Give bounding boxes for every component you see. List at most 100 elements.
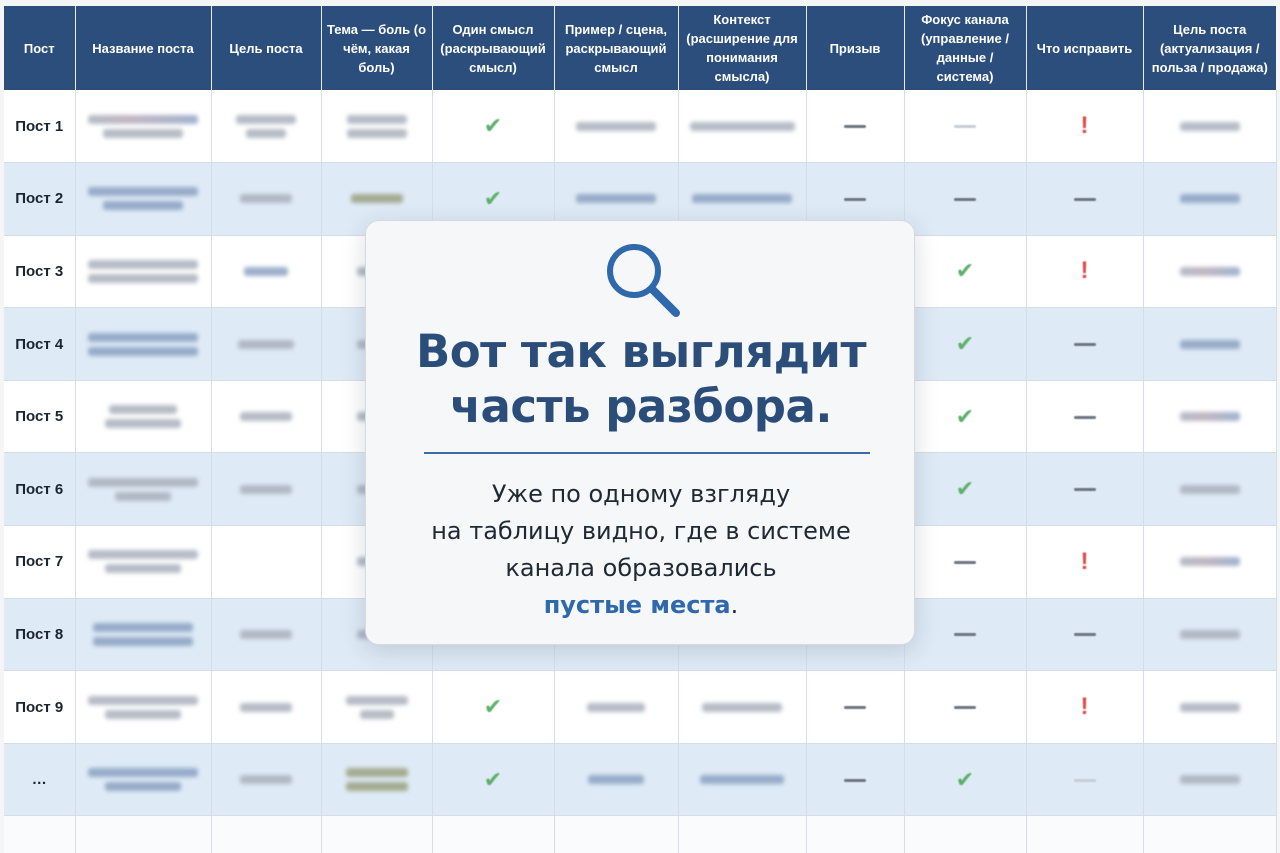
- blurred-text: [702, 702, 782, 712]
- cell-post-title: [75, 235, 212, 309]
- empty-cell: [1143, 815, 1277, 853]
- cell-channel-focus: ✔: [904, 743, 1027, 817]
- cell-channel-focus: [904, 525, 1027, 599]
- blurred-text: [346, 114, 407, 124]
- cell-what-to-fix: !: [1026, 525, 1144, 599]
- empty-cell: [1026, 815, 1144, 853]
- cell-topic-pain: [321, 90, 433, 164]
- blurred-text: [692, 194, 792, 204]
- dash-icon: [844, 706, 866, 710]
- cell-context: [678, 90, 807, 164]
- header-post: Пост: [4, 6, 76, 90]
- post-label: Пост 7: [4, 525, 76, 599]
- blurred-text: [1179, 412, 1240, 422]
- dash-icon: [1073, 415, 1096, 419]
- dash-icon: [1073, 343, 1096, 347]
- exclamation-icon: !: [1080, 112, 1089, 140]
- cell-single-meaning: ✔: [432, 670, 555, 744]
- blurred-text: [240, 775, 292, 785]
- header-what-to-fix: Что исправить: [1026, 6, 1144, 90]
- header-post-purpose: Цель поста (актуализация / польза / прод…: [1143, 6, 1276, 90]
- cell-post-purpose: [1143, 743, 1277, 817]
- exclamation-icon: !: [1080, 547, 1089, 575]
- cell-post-goal: [211, 162, 322, 236]
- cell-what-to-fix: !: [1026, 235, 1144, 309]
- header-topic-pain: Тема — боль (о чём, какая боль): [321, 6, 433, 90]
- table-row: Пост 1 ✔!: [4, 90, 1277, 164]
- blurred-text: [1179, 775, 1240, 785]
- cell-post-purpose: [1143, 670, 1277, 744]
- table-row: … ✔ ✔: [4, 743, 1277, 817]
- blurred-text: [244, 266, 288, 276]
- blurred-text: [238, 339, 294, 349]
- blurred-text: [88, 273, 198, 283]
- cell-post-goal: [211, 743, 322, 817]
- blurred-text: [689, 121, 795, 131]
- blurred-text: [1179, 194, 1240, 204]
- cell-what-to-fix: !: [1026, 90, 1144, 164]
- post-label: Пост 6: [4, 452, 76, 527]
- dash-icon: [1073, 778, 1096, 782]
- overlay-card: Вот так выглядит часть разбора. Уже по о…: [365, 220, 915, 645]
- blurred-text: [1179, 557, 1240, 567]
- check-icon: ✔: [955, 403, 975, 429]
- empty-cell: [554, 815, 679, 853]
- post-label: Пост 1: [4, 90, 76, 164]
- blurred-text: [576, 194, 656, 204]
- blurred-text: [88, 477, 198, 487]
- cell-post-purpose: [1143, 90, 1277, 164]
- cell-channel-focus: ✔: [904, 235, 1027, 309]
- check-icon: ✔: [483, 113, 503, 139]
- dash-icon: [954, 706, 976, 710]
- cell-post-purpose: [1143, 235, 1277, 309]
- check-icon: ✔: [955, 258, 975, 284]
- blurred-text: [1179, 121, 1240, 131]
- blurred-text: [1179, 702, 1240, 712]
- overlay-text-line-2: на таблицу видно, где в системе: [431, 517, 851, 545]
- cell-post-purpose: [1143, 162, 1277, 236]
- cell-example-scene: [554, 743, 679, 817]
- overlay-text-line-4: пустые места.: [386, 587, 896, 624]
- overlay-text-line-3: канала образовались: [505, 554, 777, 582]
- check-icon: ✔: [483, 185, 503, 211]
- cell-what-to-fix: [1026, 380, 1144, 454]
- post-label: Пост 4: [4, 307, 76, 381]
- blurred-text: [240, 629, 292, 639]
- exclamation-icon: !: [1080, 693, 1089, 721]
- dash-icon: [954, 560, 976, 564]
- cell-channel-focus: ✔: [904, 452, 1027, 527]
- exclamation-icon: !: [1080, 257, 1089, 285]
- cell-channel-focus: [904, 670, 1027, 744]
- cell-what-to-fix: !: [1026, 670, 1144, 744]
- blurred-text: [236, 114, 296, 124]
- post-label: Пост 9: [4, 670, 76, 744]
- check-icon: ✔: [483, 694, 503, 720]
- cell-what-to-fix: [1026, 598, 1144, 672]
- cell-what-to-fix: [1026, 452, 1144, 527]
- magnifier-icon: [607, 244, 680, 317]
- cell-post-title: [75, 380, 212, 454]
- dash-icon: [844, 125, 866, 129]
- post-label: Пост 8: [4, 598, 76, 672]
- empty-cell: [321, 815, 433, 853]
- blurred-text: [105, 782, 181, 792]
- dash-icon: [954, 125, 976, 129]
- cell-post-title: [75, 743, 212, 817]
- blurred-text: [246, 128, 286, 138]
- cell-post-goal: [211, 380, 322, 454]
- cell-call-to-action: [806, 670, 905, 744]
- blurred-text: [88, 114, 198, 124]
- overlay-title: Вот так выглядит часть разбора.: [366, 324, 916, 434]
- dash-icon: [844, 197, 866, 201]
- header-context: Контекст (расширение для понимания смысл…: [678, 6, 807, 90]
- blurred-text: [345, 782, 408, 792]
- blurred-text: [88, 550, 198, 560]
- cell-channel-focus: [904, 90, 1027, 164]
- blurred-text: [103, 201, 183, 211]
- cell-channel-focus: ✔: [904, 307, 1027, 381]
- header-single-meaning: Один смысл (раскрывающий смысл): [432, 6, 555, 90]
- overlay-title-line-1: Вот так выглядит: [415, 325, 867, 378]
- post-label: …: [4, 743, 76, 817]
- blurred-text: [88, 768, 198, 778]
- cell-post-title: [75, 162, 212, 236]
